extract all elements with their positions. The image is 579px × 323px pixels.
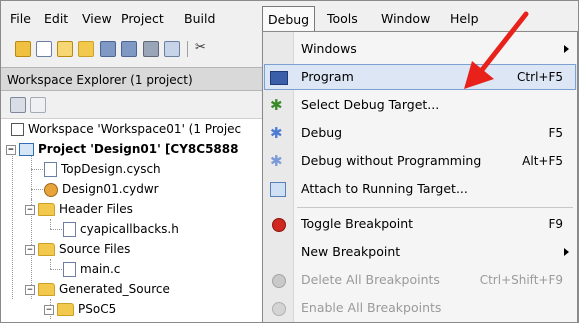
workspace-toolbar	[1, 93, 263, 115]
debug-bug-icon: ✱	[270, 124, 283, 142]
breakpoint-icon	[272, 218, 286, 232]
tree-item-topdesign[interactable]: TopDesign.cysch	[44, 159, 161, 179]
menu-view[interactable]: View	[82, 9, 112, 29]
enable-breakpoints-icon	[272, 302, 286, 316]
tree-workspace-label: Workspace 'Workspace01' (1 Projec	[28, 122, 242, 136]
new-project-icon[interactable]	[15, 41, 31, 57]
menu-debug[interactable]: Debug	[262, 6, 316, 33]
add-item-icon[interactable]	[57, 41, 73, 57]
tree-item-main-c[interactable]: main.c	[63, 259, 120, 279]
menu-project[interactable]: Project	[121, 9, 164, 29]
schematic-icon	[44, 162, 57, 177]
menu-item-delete-all-breakpoints[interactable]: Delete All Breakpoints Ctrl+Shift+F9	[263, 267, 577, 293]
menu-item-label: Toggle Breakpoint	[301, 216, 414, 231]
design-wide-resources-icon	[44, 182, 58, 197]
menu-item-label: Windows	[301, 41, 357, 56]
save-all-icon[interactable]	[121, 41, 137, 57]
menu-item-debug-without-programming[interactable]: ✱ Debug without Programming Alt+F5	[263, 148, 577, 174]
menu-item-label: New Breakpoint	[301, 244, 401, 259]
tree-item-label: Header Files	[59, 202, 133, 216]
workspace-tree: Workspace 'Workspace01' (1 Projec − Proje…	[1, 118, 263, 322]
print-preview-icon[interactable]	[164, 41, 180, 57]
menu-item-shortcut: Alt+F5	[522, 154, 563, 168]
folder-icon	[57, 303, 74, 316]
tree-folder-psoc5[interactable]: − PSoC5	[44, 299, 116, 319]
c-file-icon	[63, 262, 76, 277]
menu-item-toggle-breakpoint[interactable]: Toggle Breakpoint F9	[263, 211, 577, 237]
tree-folder-generated-source[interactable]: − Generated_Source	[25, 279, 170, 299]
tree-item-cydwr[interactable]: Design01.cydwr	[44, 179, 159, 199]
tree-project-label: Project 'Design01' [CY8C5888	[38, 142, 239, 156]
tree-item-label: Source Files	[59, 242, 131, 256]
toolbar-separator	[187, 41, 188, 57]
menu-item-debug[interactable]: ✱ Debug F5	[263, 120, 577, 146]
tree-folder-header-files[interactable]: − Header Files	[25, 199, 133, 219]
header-file-icon	[63, 222, 76, 237]
folder-icon	[38, 243, 55, 256]
menu-item-label: Select Debug Target...	[301, 97, 440, 112]
print-icon[interactable]	[143, 41, 159, 57]
menu-item-label: Debug	[301, 125, 343, 140]
cut-icon[interactable]: ✂	[195, 41, 209, 55]
folder-icon	[38, 283, 55, 296]
tree-folder-source-files[interactable]: − Source Files	[25, 239, 130, 259]
debug-no-program-icon: ✱	[270, 152, 283, 170]
tree-project[interactable]: − Project 'Design01' [CY8C5888	[6, 139, 238, 159]
collapse-icon[interactable]: −	[25, 244, 35, 255]
menu-item-shortcut: Ctrl+Shift+F9	[479, 273, 563, 287]
tree-item-label: Generated_Source	[59, 282, 170, 296]
menu-item-shortcut: F5	[548, 126, 563, 140]
tree-item-label: PSoC5	[78, 302, 117, 316]
debug-target-icon: ✱	[270, 96, 283, 114]
menu-file[interactable]: File	[10, 9, 31, 29]
menu-item-enable-all-breakpoints[interactable]: Enable All Breakpoints	[263, 295, 577, 321]
attach-icon	[270, 182, 286, 197]
project-icon	[19, 143, 34, 156]
open-icon[interactable]	[78, 41, 94, 57]
menu-item-label: Debug without Programming	[301, 153, 482, 168]
menu-window[interactable]: Window	[381, 9, 430, 29]
annotation-arrow-icon	[464, 11, 529, 89]
properties-icon[interactable]	[10, 97, 26, 113]
save-icon[interactable]	[100, 41, 116, 57]
submenu-arrow-icon	[564, 248, 569, 256]
refresh-icon[interactable]	[30, 97, 46, 113]
menu-edit[interactable]: Edit	[44, 9, 68, 29]
delete-breakpoints-icon	[272, 274, 286, 288]
workspace-explorer-header: Workspace Explorer (1 project)	[1, 67, 263, 91]
folder-icon	[38, 203, 55, 216]
tree-item-label: cyapicallbacks.h	[80, 222, 179, 236]
new-file-icon[interactable]	[36, 41, 52, 57]
collapse-icon[interactable]: −	[25, 284, 35, 295]
menu-item-shortcut: F9	[548, 217, 563, 231]
menu-build[interactable]: Build	[184, 9, 215, 29]
tree-item-label: Design01.cydwr	[62, 182, 159, 196]
program-chip-icon	[270, 71, 288, 85]
collapse-icon[interactable]: −	[44, 304, 54, 315]
toolbar: ✂	[1, 36, 263, 60]
collapse-icon[interactable]: −	[25, 204, 35, 215]
workspace-icon	[11, 123, 24, 136]
menu-item-label: Delete All Breakpoints	[301, 272, 440, 287]
tree-item-label: main.c	[80, 262, 121, 276]
menu-item-label: Program	[301, 69, 354, 84]
collapse-icon[interactable]: −	[6, 144, 16, 155]
tree-item-cyapicallbacks[interactable]: cyapicallbacks.h	[63, 219, 179, 239]
menu-separator	[297, 207, 573, 208]
tree-item-label: TopDesign.cysch	[61, 162, 161, 176]
menu-item-label: Enable All Breakpoints	[301, 300, 442, 315]
menu-tools[interactable]: Tools	[327, 9, 358, 29]
app-window: File Edit View Project Build Debug Tools…	[0, 0, 579, 323]
menu-item-label: Attach to Running Target...	[301, 181, 468, 196]
tree-workspace[interactable]: Workspace 'Workspace01' (1 Projec	[11, 119, 241, 139]
menu-item-attach-to-running-target[interactable]: Attach to Running Target...	[263, 176, 577, 202]
menu-item-new-breakpoint[interactable]: New Breakpoint	[263, 239, 577, 265]
